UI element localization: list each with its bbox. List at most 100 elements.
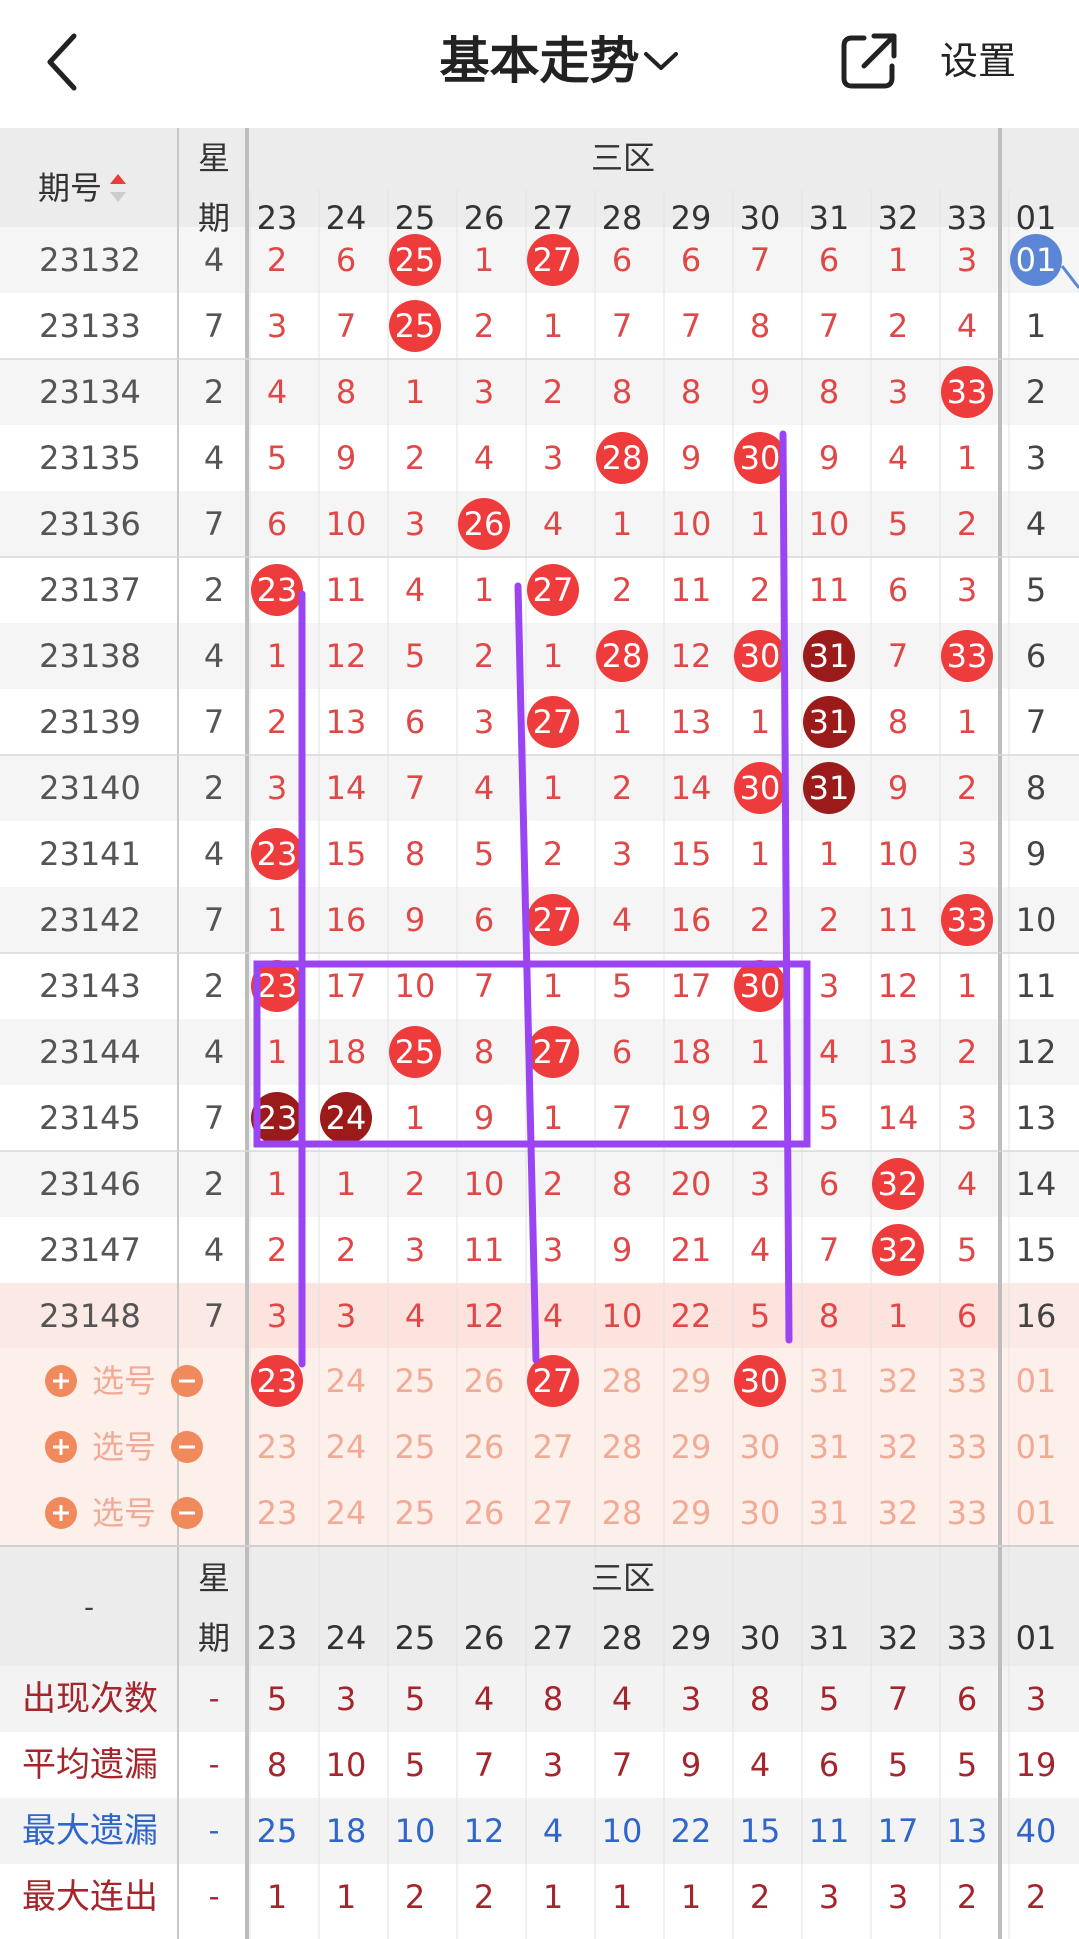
column-header-29: 29 [671, 199, 712, 237]
stats-column-header: 32 [878, 1619, 919, 1657]
miss-count: 2 [957, 1033, 977, 1071]
miss-count: 6 [474, 901, 494, 939]
pick-number[interactable]: 28 [602, 1494, 643, 1532]
miss-count: 8 [819, 373, 839, 411]
stats-value: 4 [543, 1812, 563, 1850]
stats-label: 出现次数 [22, 1679, 158, 1719]
chevron-left-icon[interactable] [40, 28, 84, 96]
week-header-top: 星 [198, 139, 230, 177]
pick-number[interactable]: 29 [671, 1494, 712, 1532]
pick-number[interactable]: 24 [326, 1362, 367, 1400]
stats-value-extra: 3 [1026, 1680, 1046, 1718]
pick-number[interactable]: 27 [533, 1362, 574, 1400]
stats-value: 5 [819, 1680, 839, 1718]
miss-count: 3 [957, 571, 977, 609]
miss-count: 7 [750, 241, 770, 279]
pick-number[interactable]: 26 [464, 1428, 505, 1466]
miss-count: 1 [543, 307, 563, 345]
miss-count: 4 [543, 1297, 563, 1335]
pick-number[interactable]: 23 [257, 1494, 298, 1532]
extra-cell: 3 [1026, 439, 1046, 477]
pick-number-extra[interactable]: 01 [1016, 1362, 1057, 1400]
stats-week-header-top: 星 [198, 1559, 230, 1597]
pick-number[interactable]: 27 [533, 1428, 574, 1466]
stats-value-extra: 40 [1016, 1812, 1057, 1850]
miss-count: 3 [267, 769, 287, 807]
ball-number: 27 [533, 571, 574, 609]
stats-column-header: 31 [809, 1619, 850, 1657]
pick-number[interactable]: 30 [740, 1494, 781, 1532]
ball-number: 01 [1016, 241, 1057, 279]
pick-label[interactable]: 选号 [92, 1494, 156, 1532]
ball-number: 23 [257, 835, 298, 873]
pick-number[interactable]: 26 [464, 1494, 505, 1532]
pick-number[interactable]: 32 [878, 1428, 919, 1466]
miss-count: 8 [681, 373, 701, 411]
period-cell: 23147 [39, 1231, 141, 1269]
extra-cell: 11 [1016, 967, 1057, 1005]
ball-number: 31 [809, 703, 850, 741]
pick-number[interactable]: 33 [947, 1362, 988, 1400]
stats-value: 6 [819, 1746, 839, 1784]
pick-number[interactable]: 32 [878, 1362, 919, 1400]
pick-number[interactable]: 23 [257, 1362, 298, 1400]
pick-number[interactable]: 26 [464, 1362, 505, 1400]
pick-number-extra[interactable]: 01 [1016, 1428, 1057, 1466]
pick-number[interactable]: 33 [947, 1494, 988, 1532]
miss-count: 3 [336, 1297, 356, 1335]
week-cell: 2 [204, 571, 224, 609]
pick-number[interactable]: 24 [326, 1428, 367, 1466]
stats-dash: - [209, 1880, 220, 1915]
column-header-25: 25 [395, 199, 436, 237]
miss-count: 1 [888, 241, 908, 279]
chevron-down-icon[interactable] [640, 44, 682, 78]
miss-count: 1 [267, 1165, 287, 1203]
week-cell: 7 [204, 901, 224, 939]
miss-count: 2 [750, 901, 770, 939]
pick-number-extra[interactable]: 01 [1016, 1494, 1057, 1532]
pick-number[interactable]: 31 [809, 1362, 850, 1400]
pick-number[interactable]: 31 [809, 1494, 850, 1532]
stats-value: 3 [336, 1680, 356, 1718]
pick-number[interactable]: 25 [395, 1428, 436, 1466]
pick-number[interactable]: 29 [671, 1362, 712, 1400]
week-cell: 2 [204, 1165, 224, 1203]
stats-week-header-bottom: 期 [198, 1619, 230, 1657]
extra-cell: 7 [1026, 703, 1046, 741]
pick-number[interactable]: 30 [740, 1362, 781, 1400]
pick-number[interactable]: 33 [947, 1428, 988, 1466]
miss-count: 16 [671, 901, 712, 939]
pick-label[interactable]: 选号 [92, 1428, 156, 1466]
trend-grid: 期号星期三区 23 24 25 26 27 28 29 30 31 32 33 01 23132 4 2 6 25… [0, 128, 1079, 1939]
miss-count: 6 [888, 571, 908, 609]
pick-number[interactable]: 25 [395, 1362, 436, 1400]
pick-number[interactable]: 25 [395, 1494, 436, 1532]
pick-number[interactable]: 31 [809, 1428, 850, 1466]
share-external-icon[interactable] [838, 30, 900, 92]
pick-number[interactable]: 28 [602, 1428, 643, 1466]
miss-count: 3 [957, 835, 977, 873]
week-cell: 2 [204, 967, 224, 1005]
pick-label[interactable]: 选号 [92, 1362, 156, 1400]
pick-number[interactable]: 27 [533, 1494, 574, 1532]
pick-number[interactable]: 32 [878, 1494, 919, 1532]
extra-cell: 15 [1016, 1231, 1057, 1269]
miss-count: 4 [612, 901, 632, 939]
settings-button[interactable]: 设置 [940, 34, 1016, 88]
page-title[interactable]: 基本走势 [0, 26, 1079, 96]
miss-count: 1 [405, 1099, 425, 1137]
period-header[interactable]: 期号 [38, 169, 102, 207]
miss-count: 2 [405, 439, 425, 477]
pick-number[interactable]: 30 [740, 1428, 781, 1466]
pick-number[interactable]: 29 [671, 1428, 712, 1466]
pick-number[interactable]: 24 [326, 1494, 367, 1532]
period-cell: 23133 [39, 307, 141, 345]
pick-number[interactable]: 23 [257, 1428, 298, 1466]
ball-number: 23 [257, 571, 298, 609]
stats-label: 平均遗漏 [22, 1745, 158, 1785]
pick-number[interactable]: 28 [602, 1362, 643, 1400]
stats-column-header: 28 [602, 1619, 643, 1657]
miss-count: 3 [957, 241, 977, 279]
extra-cell: 9 [1026, 835, 1046, 873]
miss-count: 5 [819, 1099, 839, 1137]
